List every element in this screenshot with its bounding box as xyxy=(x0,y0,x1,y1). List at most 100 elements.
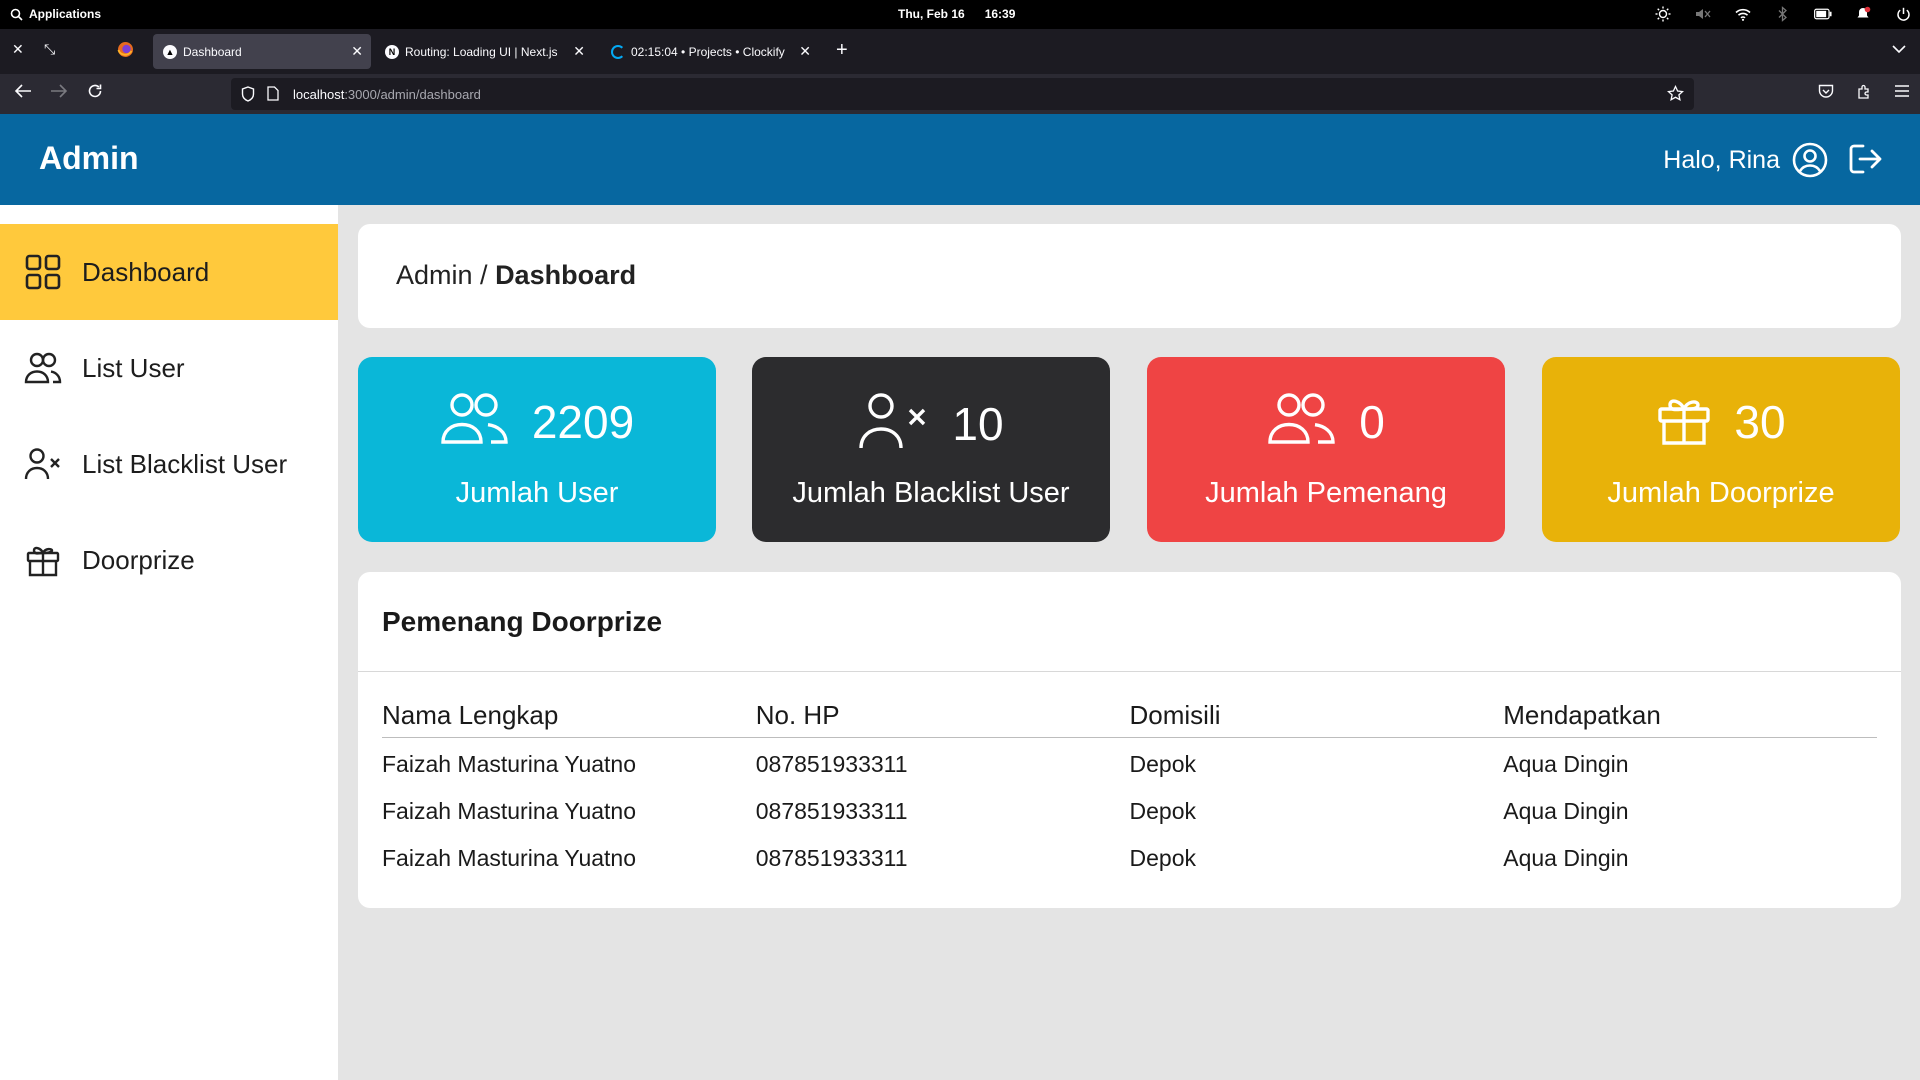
stat-card-jumlah-blacklist-user: 10 Jumlah Blacklist User xyxy=(752,357,1110,542)
table-row: Faizah Masturina Yuatno 087851933311 Dep… xyxy=(382,785,1877,832)
new-tab-icon[interactable]: + xyxy=(836,39,848,62)
url-host: localhost xyxy=(293,87,345,102)
bluetooth-off-icon[interactable] xyxy=(1774,4,1792,24)
toolbar-right xyxy=(1818,84,1910,105)
table-cell: 087851933311 xyxy=(755,750,908,777)
brightness-icon[interactable] xyxy=(1654,4,1672,24)
table-row: Faizah Masturina Yuatno 087851933311 Dep… xyxy=(382,738,1877,785)
menu-icon[interactable] xyxy=(1894,84,1910,105)
winners-title: Pemenang Doorprize xyxy=(382,606,663,637)
winners-table: Nama Lengkap No. HP Domisili Mendapatkan… xyxy=(382,700,1877,879)
brand-title: Admin xyxy=(39,140,139,176)
grid-icon xyxy=(24,253,62,291)
sidebar-item-doorprize[interactable]: Doorprize xyxy=(0,512,338,608)
date-text: Thu, Feb 16 xyxy=(898,7,965,21)
table-cell: Depok xyxy=(1129,844,1196,871)
sidebar: Dashboard List User List Blacklist User … xyxy=(0,205,338,1080)
table-cell: Aqua Dingin xyxy=(1503,844,1629,871)
stat-label: Jumlah Doorprize xyxy=(1607,477,1835,509)
sidebar-item-label: Dashboard xyxy=(82,256,210,287)
applications-menu[interactable]: Applications xyxy=(10,7,101,21)
stat-label: Jumlah User xyxy=(455,477,619,509)
wifi-icon[interactable] xyxy=(1734,4,1752,24)
column-header: Nama Lengkap xyxy=(382,700,756,738)
nextjs-favicon-icon: N xyxy=(385,44,399,59)
window-close-icon[interactable]: ✕ xyxy=(12,41,24,58)
column-header: Mendapatkan xyxy=(1503,700,1877,738)
bookmark-star-icon[interactable] xyxy=(1667,84,1684,107)
battery-icon[interactable] xyxy=(1814,4,1832,24)
gift-icon xyxy=(24,541,62,579)
table-cell: Faizah Masturina Yuatno xyxy=(382,750,637,777)
table-cell: Faizah Masturina Yuatno xyxy=(382,844,637,871)
sidebar-item-dashboard[interactable]: Dashboard xyxy=(0,224,338,320)
greeting-text: Halo, Rina xyxy=(1663,146,1780,174)
stat-label: Jumlah Blacklist User xyxy=(792,477,1070,509)
pocket-icon[interactable] xyxy=(1818,84,1834,105)
table-cell: Aqua Dingin xyxy=(1503,797,1629,824)
table-cell: Aqua Dingin xyxy=(1503,750,1629,777)
winners-card: Pemenang Doorprize Nama Lengkap No. HP D… xyxy=(358,572,1901,908)
column-header: No. HP xyxy=(755,700,1130,738)
logout-icon[interactable] xyxy=(1848,143,1882,180)
tab-close-icon[interactable]: ✕ xyxy=(799,43,811,60)
table-header-row: Nama Lengkap No. HP Domisili Mendapatkan xyxy=(382,700,1877,738)
breadcrumb-parent[interactable]: Admin / xyxy=(396,260,488,290)
shield-icon[interactable] xyxy=(241,86,255,107)
table-cell: Faizah Masturina Yuatno xyxy=(382,797,637,824)
time-text: 16:39 xyxy=(984,7,1016,21)
divider xyxy=(358,671,1901,672)
stat-value: 10 xyxy=(952,397,1004,450)
sidebar-item-list-user[interactable]: List User xyxy=(0,320,338,416)
page-info-icon[interactable] xyxy=(267,86,279,106)
tab-close-icon[interactable]: ✕ xyxy=(351,43,363,60)
tab-label: 02:15:04 • Projects • Clockify xyxy=(631,44,785,59)
tab-dashboard[interactable]: ▲ Dashboard ✕ xyxy=(153,34,371,69)
stat-card-jumlah-user: 2209 Jumlah User xyxy=(358,357,716,542)
sidebar-item-list-blacklist-user[interactable]: List Blacklist User xyxy=(0,416,338,512)
users-icon xyxy=(440,391,510,452)
breadcrumb-current: Dashboard xyxy=(495,260,637,290)
browser-tab-bar: ✕ ⤡ ▲ Dashboard ✕ N Routing: Loading UI … xyxy=(0,29,1920,74)
tab-clockify[interactable]: 02:15:04 • Projects • Clockify ✕ xyxy=(601,34,819,69)
user-x-icon xyxy=(858,391,930,456)
tab-nextjs-routing[interactable]: N Routing: Loading UI | Next.js ✕ xyxy=(375,34,593,69)
column-header: Domisili xyxy=(1129,700,1504,738)
sidebar-item-label: Doorprize xyxy=(82,544,195,575)
reload-icon[interactable] xyxy=(87,83,103,104)
volume-muted-icon[interactable] xyxy=(1694,4,1712,24)
firefox-logo-icon[interactable] xyxy=(117,41,134,61)
table-cell: Depok xyxy=(1129,750,1196,777)
tab-close-icon[interactable]: ✕ xyxy=(573,43,585,60)
extensions-icon[interactable] xyxy=(1856,84,1872,105)
user-circle-icon[interactable] xyxy=(1792,142,1828,183)
stat-card-jumlah-doorprize: 30 Jumlah Doorprize xyxy=(1542,357,1900,542)
stat-label: Jumlah Pemenang xyxy=(1205,477,1447,509)
stat-value: 0 xyxy=(1359,395,1385,448)
os-top-bar: Applications Thu, Feb 16 16:39 xyxy=(0,0,1920,29)
stat-value: 30 xyxy=(1734,395,1786,448)
sidebar-item-label: List User xyxy=(82,352,185,383)
url-text: localhost:3000/admin/dashboard xyxy=(293,87,481,102)
table-cell: 087851933311 xyxy=(755,844,908,871)
power-icon[interactable] xyxy=(1894,4,1912,24)
browser-nav-bar: localhost:3000/admin/dashboard xyxy=(0,74,1920,114)
applications-label: Applications xyxy=(29,7,102,21)
gift-icon xyxy=(1656,391,1712,452)
tab-label: Routing: Loading UI | Next.js xyxy=(405,44,558,59)
table-row: Faizah Masturina Yuatno 087851933311 Dep… xyxy=(382,832,1877,879)
table-cell: 087851933311 xyxy=(755,797,908,824)
users-icon xyxy=(1267,391,1337,452)
clockify-favicon-icon xyxy=(611,44,625,59)
clock[interactable]: Thu, Feb 16 16:39 xyxy=(898,7,1015,21)
stat-card-jumlah-pemenang: 0 Jumlah Pemenang xyxy=(1147,357,1505,542)
table-cell: Depok xyxy=(1129,797,1196,824)
forward-icon[interactable] xyxy=(50,83,68,104)
notification-icon[interactable] xyxy=(1854,4,1872,24)
window-restore-icon[interactable]: ⤡ xyxy=(44,41,55,58)
back-icon[interactable] xyxy=(14,83,32,104)
system-tray xyxy=(1654,4,1912,24)
list-all-tabs-icon[interactable] xyxy=(1892,41,1906,59)
sidebar-item-label: List Blacklist User xyxy=(82,448,288,479)
url-bar[interactable]: localhost:3000/admin/dashboard xyxy=(231,78,1694,110)
